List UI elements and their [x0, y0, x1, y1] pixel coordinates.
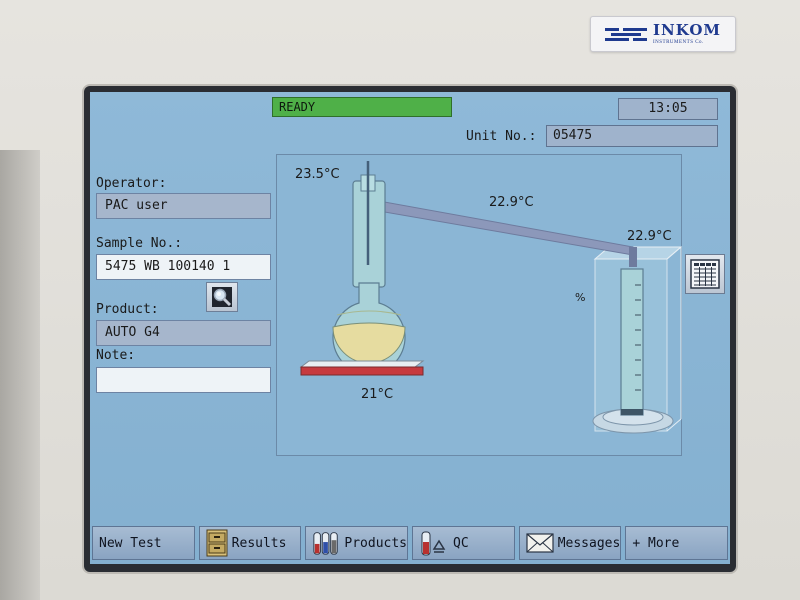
table-grid-icon [690, 259, 720, 289]
operator-field[interactable]: PAC user [96, 193, 271, 219]
product-label: Product: [96, 302, 159, 317]
brand-mark-icon [604, 25, 647, 43]
new-test-label: New Test [99, 535, 162, 551]
note-field[interactable] [96, 367, 271, 393]
messages-button[interactable]: Messages [518, 526, 622, 560]
envelope-icon [526, 533, 554, 553]
condenser-temperature: 22.9°C [489, 195, 534, 210]
file-cabinet-icon [206, 529, 228, 557]
unit-number-value: 05475 [546, 125, 718, 147]
new-test-button[interactable]: New Test [92, 526, 195, 560]
messages-label: Messages [557, 535, 621, 551]
qc-tube-icon [421, 531, 446, 556]
sample-number-field[interactable]: 5475 WB 100140 1 [96, 254, 271, 280]
device-screen: READY 13:05 Unit No.: 05475 Operator: PA… [90, 92, 730, 564]
results-button[interactable]: Results [198, 526, 302, 560]
qc-label: QC [453, 535, 469, 551]
brand-logo: INKOM INSTRUMENTS Co. [590, 16, 736, 52]
more-label: + More [632, 535, 680, 551]
unit-number-label: Unit No.: [466, 129, 537, 144]
note-label: Note: [96, 348, 136, 363]
sample-tubes-icon [313, 532, 339, 555]
magnifier-icon [212, 287, 232, 307]
products-button[interactable]: Products [305, 526, 409, 560]
distillation-apparatus-diagram: 23.5°C 22.9°C 22.9°C 21°C % [276, 154, 683, 456]
product-field[interactable]: AUTO G4 [96, 320, 271, 346]
receiver-temperature: 22.9°C [627, 229, 672, 244]
results-label: Results [231, 535, 287, 551]
products-label: Products [344, 535, 408, 551]
distillation-drawing [299, 161, 683, 434]
bezel-shadow [0, 150, 40, 600]
status-indicator: READY [272, 97, 452, 117]
sample-number-label: Sample No.: [96, 236, 183, 251]
vapor-temperature: 23.5°C [295, 167, 340, 182]
qc-button[interactable]: QC [412, 526, 515, 560]
heater-temperature: 21°C [361, 387, 394, 402]
bottom-toolbar: New Test Results Products QC Messages + … [90, 526, 730, 564]
clock-display: 13:05 [618, 98, 718, 120]
brand-subtitle: INSTRUMENTS Co. [652, 40, 704, 45]
operator-label: Operator: [96, 176, 167, 191]
data-table-button[interactable] [685, 254, 725, 294]
more-button[interactable]: + More [625, 526, 729, 560]
recovery-percent-label: % [575, 291, 586, 304]
brand-name: INKOM [652, 21, 722, 39]
sample-lookup-button[interactable] [206, 282, 238, 312]
